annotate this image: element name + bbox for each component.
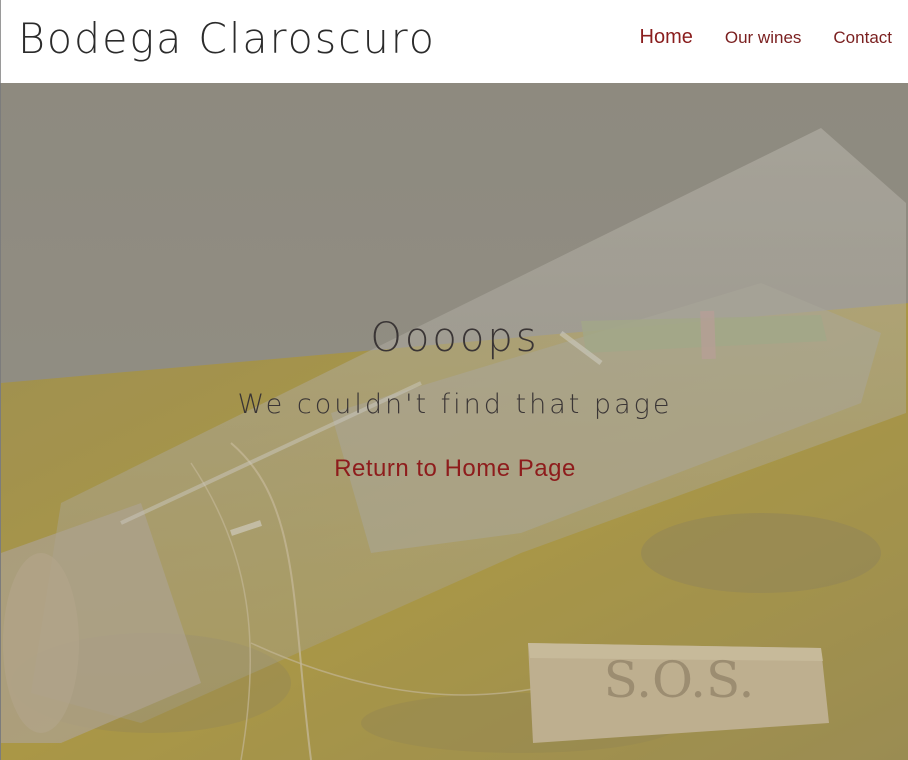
nav-link-our-wines[interactable]: Our wines [725,28,802,49]
hero-background: S.O.S. Oooops We couldn't find that page… [0,83,908,760]
error-subtitle: We couldn't find that page [237,389,673,420]
site-logo-text[interactable]: Bodega Claroscuro [18,14,436,63]
error-title: Oooops [370,315,540,361]
nav-link-home[interactable]: Home [640,26,693,49]
site-header: Bodega Claroscuro Home Our wines Contact [0,0,908,83]
return-home-link[interactable]: Return to Home Page [1,455,908,483]
nav-link-contact[interactable]: Contact [833,28,892,49]
hero-overlay [1,83,908,760]
main-nav: Home Our wines Contact [640,26,892,49]
